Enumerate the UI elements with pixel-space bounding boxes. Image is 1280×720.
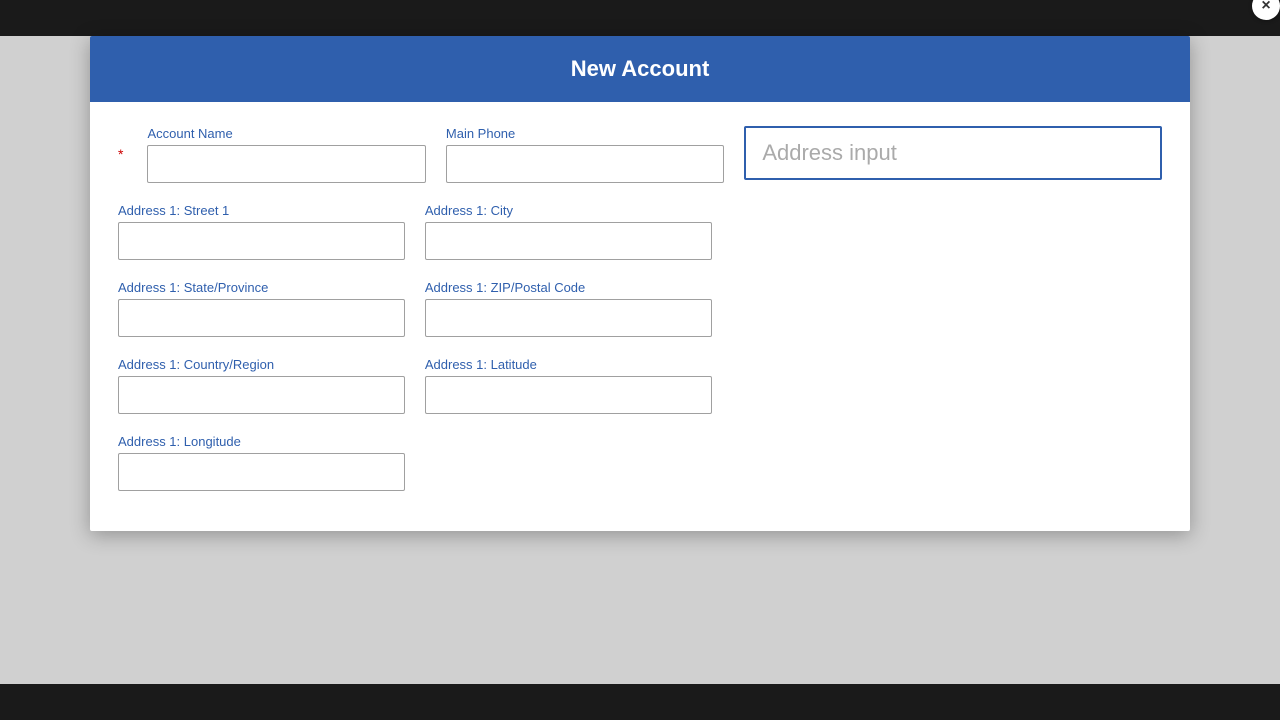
city-input[interactable] [425, 222, 712, 260]
main-phone-group: Main Phone [446, 126, 724, 183]
top-bar [0, 0, 1280, 36]
bottom-bar [0, 684, 1280, 720]
latitude-group: Address 1: Latitude [425, 357, 712, 414]
main-phone-input[interactable] [446, 145, 724, 183]
modal: × New Account * Account Name Main Phone [90, 36, 1190, 531]
state-input[interactable] [118, 299, 405, 337]
row-5: Address 1: Longitude [118, 434, 1162, 491]
modal-title: New Account [571, 56, 710, 81]
row-1: * Account Name Main Phone [118, 126, 1162, 183]
account-name-label: Account Name [147, 126, 425, 141]
address-input[interactable] [744, 126, 1162, 180]
state-label: Address 1: State/Province [118, 280, 405, 295]
longitude-label: Address 1: Longitude [118, 434, 405, 449]
address-input-group [744, 126, 1162, 180]
latitude-label: Address 1: Latitude [425, 357, 712, 372]
country-group: Address 1: Country/Region [118, 357, 405, 414]
city-label: Address 1: City [425, 203, 712, 218]
modal-header: New Account [90, 36, 1190, 102]
account-name-group: Account Name [147, 126, 425, 183]
zip-group: Address 1: ZIP/Postal Code [425, 280, 712, 337]
row-3: Address 1: State/Province Address 1: ZIP… [118, 280, 1162, 337]
city-group: Address 1: City [425, 203, 712, 260]
required-star: * [118, 126, 123, 162]
state-group: Address 1: State/Province [118, 280, 405, 337]
street1-input[interactable] [118, 222, 405, 260]
modal-wrapper: × New Account * Account Name Main Phone [0, 36, 1280, 684]
latitude-input[interactable] [425, 376, 712, 414]
longitude-group: Address 1: Longitude [118, 434, 405, 491]
country-input[interactable] [118, 376, 405, 414]
row-2: Address 1: Street 1 Address 1: City [118, 203, 1162, 260]
street1-group: Address 1: Street 1 [118, 203, 405, 260]
zip-label: Address 1: ZIP/Postal Code [425, 280, 712, 295]
main-phone-label: Main Phone [446, 126, 724, 141]
longitude-input[interactable] [118, 453, 405, 491]
zip-input[interactable] [425, 299, 712, 337]
street1-label: Address 1: Street 1 [118, 203, 405, 218]
row-4: Address 1: Country/Region Address 1: Lat… [118, 357, 1162, 414]
modal-body: * Account Name Main Phone Address 1: Str… [90, 102, 1190, 531]
country-label: Address 1: Country/Region [118, 357, 405, 372]
account-name-input[interactable] [147, 145, 425, 183]
